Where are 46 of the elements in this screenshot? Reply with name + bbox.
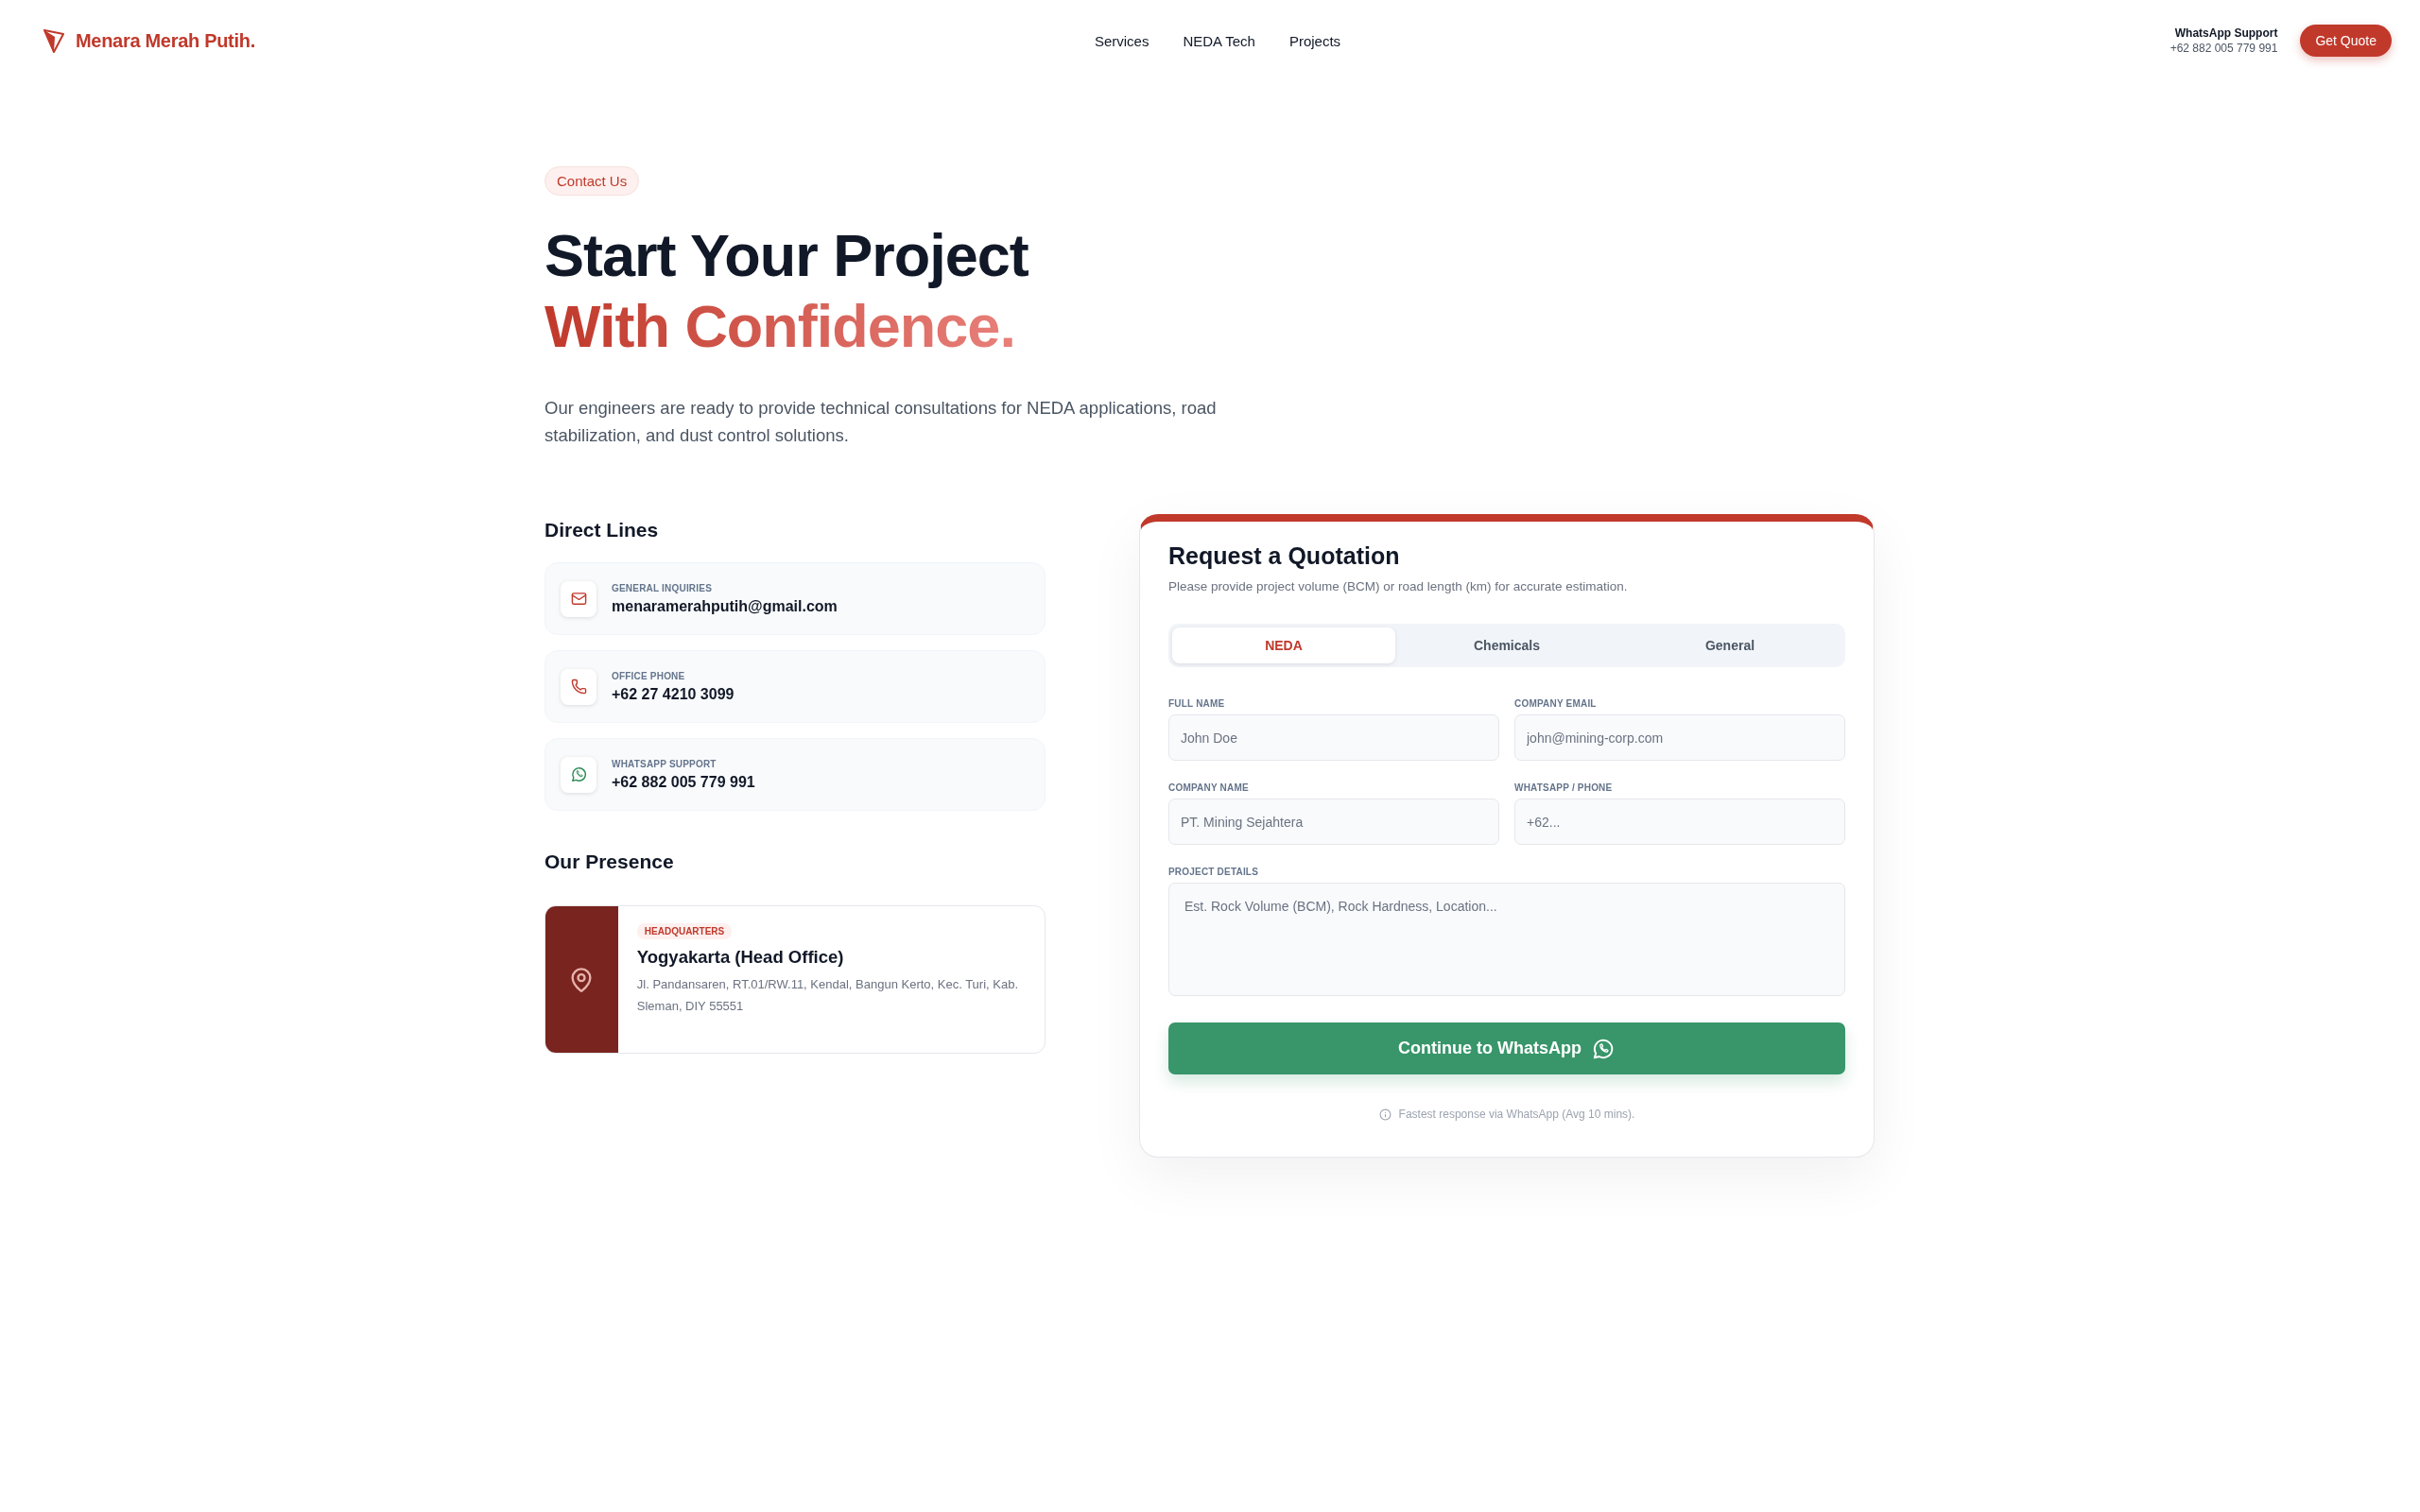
office-address: Jl. Pandansaren, RT.01/RW.11, Kendal, Bangun Kerto, Kec. Turi, Kab. Sleman, DIY 55551 <box>636 976 1020 1015</box>
form-title: Request a Quotation <box>1168 542 1401 570</box>
section-badge: Contact Us <box>544 166 640 196</box>
response-note: Fastest response via WhatsApp (Avg 10 mins). <box>1398 1108 1635 1121</box>
nav-link[interactable]: Services <box>1094 32 1150 49</box>
contact-value: menaramerahputih@gmail.com <box>612 597 838 615</box>
field-label: COMPANY NAME <box>1168 782 1250 793</box>
field-label: COMPANY EMAIL <box>1514 698 1598 709</box>
input-field[interactable]: john@mining-corp.com <box>1514 714 1845 761</box>
contact-card[interactable]: WHATSAPP SUPPORT +62 882 005 779 991 <box>544 738 1046 811</box>
hero-description: Our engineers are ready to provide technical consultations for NEDA applications, road stabilization, and dust control solutions. <box>544 397 1218 447</box>
phone-icon <box>570 679 587 695</box>
support-phone: +62 882 005 779 991 <box>2169 42 2278 55</box>
section-title: Direct Lines <box>544 518 660 541</box>
category-tab[interactable]: General <box>1618 627 1841 663</box>
input-field[interactable]: PT. Mining Sejahtera <box>1168 799 1499 845</box>
contact-label: GENERAL INQUIRIES <box>612 582 713 593</box>
office-name: Yogyakarta (Head Office) <box>636 947 844 968</box>
field-label: FULL NAME <box>1168 698 1226 709</box>
continue-whatsapp-button[interactable]: Continue to WhatsApp <box>1168 1022 1845 1074</box>
nav-link[interactable]: NEDA Tech <box>1183 32 1255 49</box>
get-quote-button[interactable]: Get Quote <box>2300 25 2392 57</box>
field-label: WHATSAPP / PHONE <box>1514 782 1614 793</box>
input-field[interactable]: +62... <box>1514 799 1845 845</box>
category-tab[interactable]: NEDA <box>1172 627 1395 663</box>
nav-link[interactable]: Projects <box>1288 32 1341 49</box>
category-tab[interactable]: Chemicals <box>1395 627 1618 663</box>
contact-card[interactable]: GENERAL INQUIRIES menaramerahputih@gmail.com <box>544 562 1046 635</box>
form-subtitle: Please provide project volume (BCM) or road length (km) for accurate estimation. <box>1168 579 1629 593</box>
logo-icon[interactable] <box>43 28 64 53</box>
chat-bubble-icon <box>569 765 588 783</box>
info-icon <box>1378 1108 1392 1121</box>
section-title: Our Presence <box>544 850 675 873</box>
contact-card[interactable]: OFFICE PHONE +62 27 4210 3099 <box>544 650 1046 723</box>
contact-label: WHATSAPP SUPPORT <box>612 758 717 769</box>
field-label: PROJECT DETAILS <box>1168 867 1260 877</box>
contact-value: +62 27 4210 3099 <box>612 685 735 703</box>
office-tag: HEADQUARTERS <box>636 923 733 939</box>
brand-name[interactable]: Menara Merah Putih. <box>76 29 255 52</box>
contact-value: +62 882 005 779 991 <box>612 773 755 791</box>
hero-title: Start Your Project <box>544 221 1028 290</box>
input-field[interactable]: John Doe <box>1168 714 1499 761</box>
contact-label: OFFICE PHONE <box>612 670 686 681</box>
mail-icon <box>570 591 587 607</box>
support-label: WhatsApp Support <box>2174 26 2278 40</box>
textarea-field[interactable]: Est. Rock Volume (BCM), Rock Hardness, Location... <box>1168 883 1845 996</box>
